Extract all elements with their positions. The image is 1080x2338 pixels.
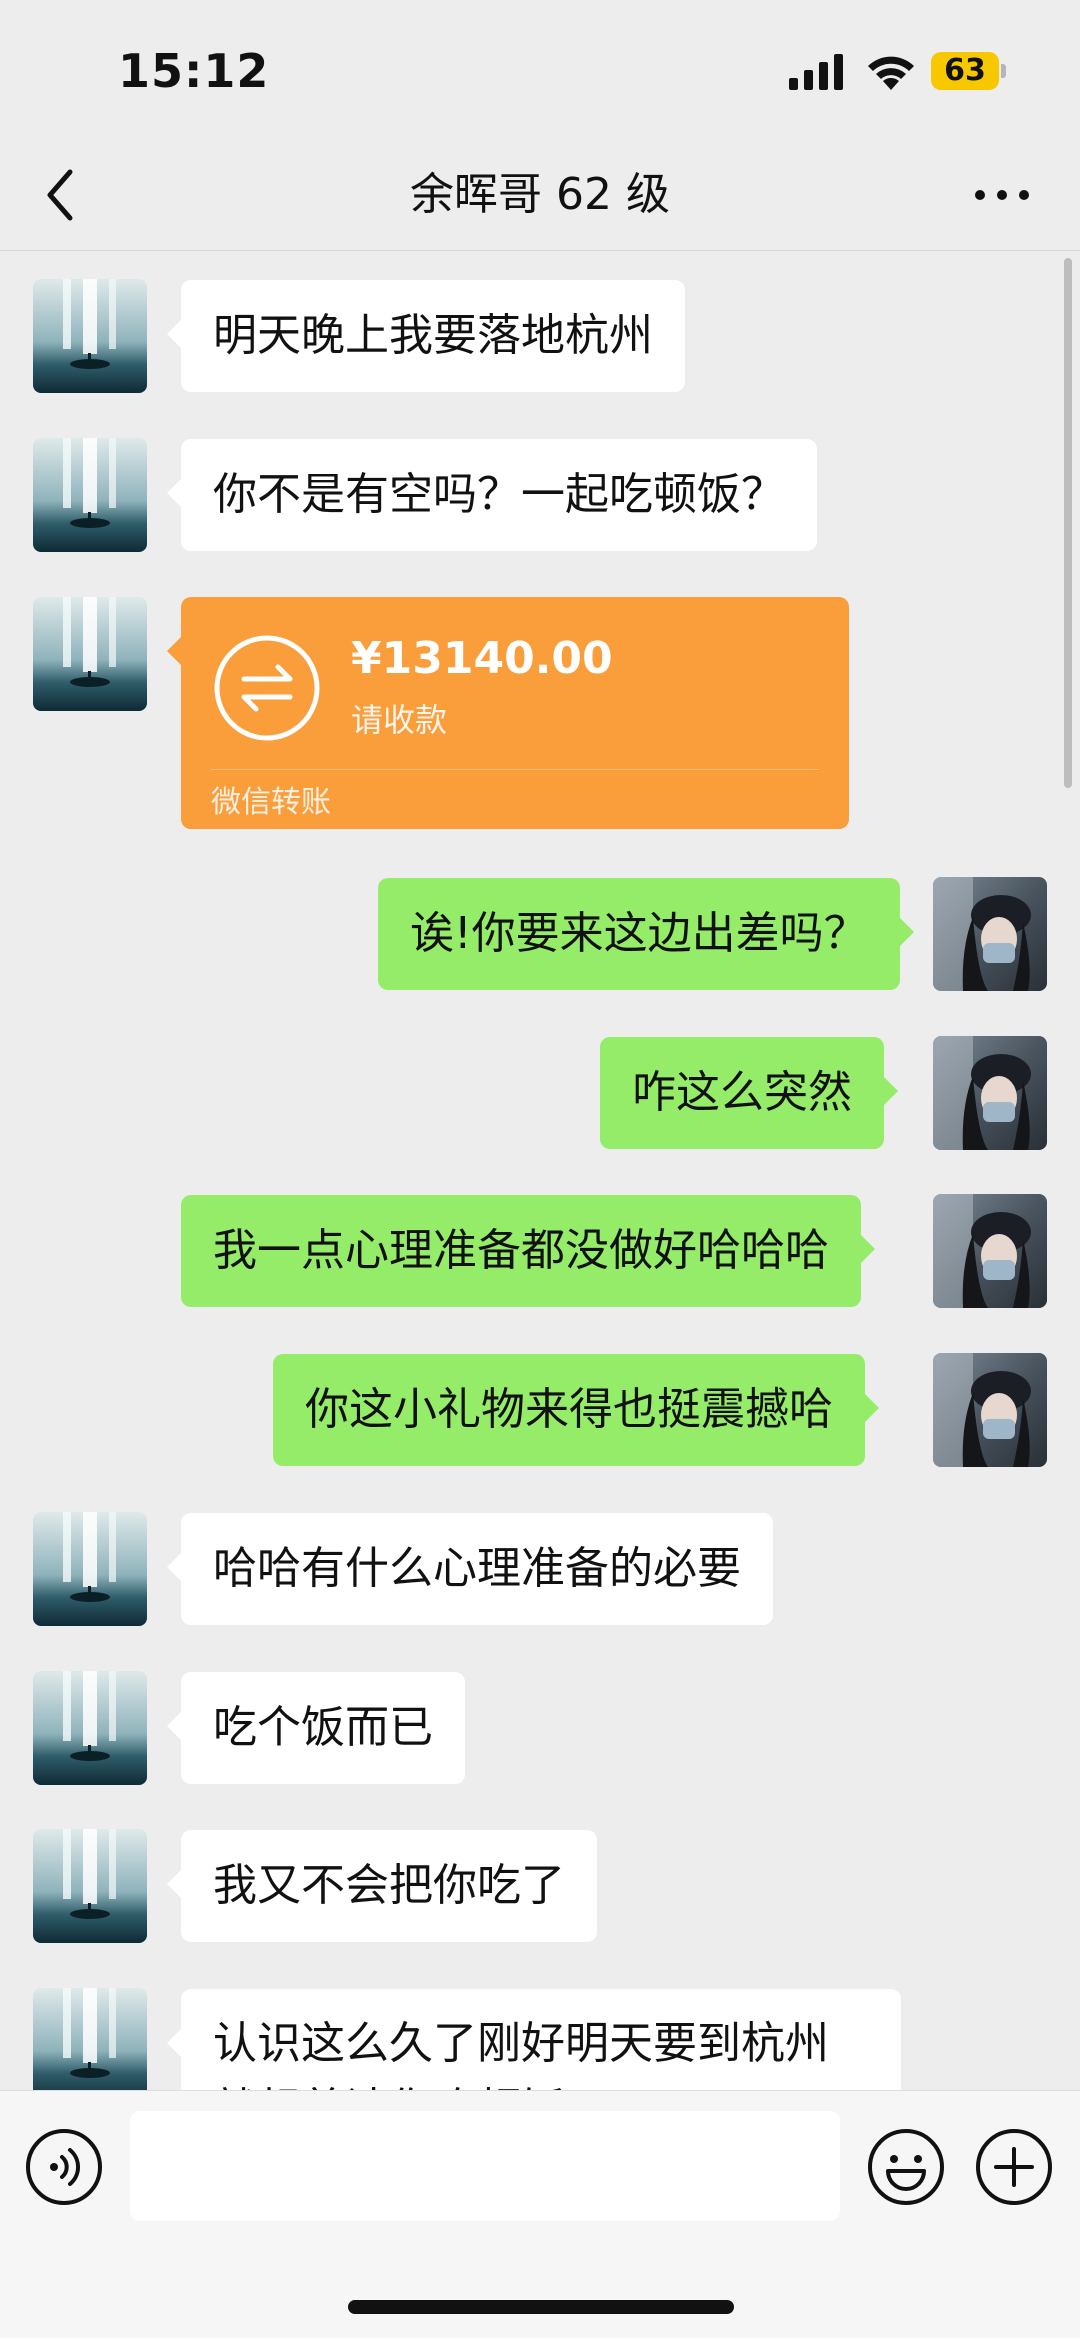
- plus-button[interactable]: [974, 2127, 1054, 2207]
- message-bubble[interactable]: 我又不会把你吃了: [167, 1830, 597, 1942]
- transfer-divider: [211, 769, 819, 770]
- message-bubble[interactable]: 认识这么久了刚好明天要到杭州就想着请你吃顿饭: [167, 1989, 901, 2090]
- home-indicator[interactable]: [348, 2300, 734, 2314]
- wifi-icon: [868, 56, 914, 90]
- transfer-amount: ¥13140.00: [351, 633, 613, 684]
- more-button[interactable]: [970, 165, 1034, 225]
- chat-title: 余晖哥 62 级: [410, 169, 670, 220]
- contact-avatar[interactable]: [33, 279, 147, 393]
- battery-level: 63: [944, 53, 986, 88]
- transfer-label: 微信转账: [211, 785, 331, 820]
- chat-header: 余晖哥 62 级: [0, 140, 1080, 251]
- contact-avatar[interactable]: [33, 1512, 147, 1626]
- back-button[interactable]: [30, 160, 90, 230]
- contact-avatar[interactable]: [33, 1988, 147, 2090]
- message-bubble[interactable]: 你不是有空吗？一起吃顿饭？: [167, 439, 817, 551]
- message-bubble[interactable]: 明天晚上我要落地杭州: [167, 280, 685, 392]
- transfer-arrows-icon: [214, 635, 320, 741]
- message-list[interactable]: 明天晚上我要落地杭州 你不是有空吗？一起吃顿饭？ ¥13140.00 请收款 微…: [0, 251, 1080, 2090]
- message-bubble[interactable]: 哈哈有什么心理准备的必要: [167, 1513, 773, 1625]
- battery-icon: 63: [931, 52, 1007, 90]
- message-input[interactable]: [130, 2111, 840, 2221]
- contact-avatar[interactable]: [33, 1829, 147, 1943]
- status-bar: 15:12 63: [0, 0, 1080, 140]
- message-bubble[interactable]: 吃个饭而已: [167, 1672, 465, 1784]
- message-bubble[interactable]: 诶!你要来这边出差吗？: [378, 878, 914, 990]
- contact-avatar[interactable]: [33, 1671, 147, 1785]
- message-bubble[interactable]: 我一点心理准备都没做好哈哈哈: [181, 1195, 875, 1307]
- contact-avatar[interactable]: [33, 597, 147, 711]
- scrollbar[interactable]: [1064, 258, 1072, 788]
- my-avatar[interactable]: [933, 1353, 1047, 1467]
- emoji-button[interactable]: [866, 2127, 946, 2207]
- my-avatar[interactable]: [933, 1194, 1047, 1308]
- my-avatar[interactable]: [933, 1036, 1047, 1150]
- contact-avatar[interactable]: [33, 438, 147, 552]
- status-time: 15:12: [118, 44, 270, 98]
- transfer-status: 请收款: [351, 701, 448, 739]
- signal-icon: [789, 54, 843, 90]
- voice-button[interactable]: [24, 2127, 104, 2207]
- my-avatar[interactable]: [933, 877, 1047, 991]
- message-bubble[interactable]: 你这小礼物来得也挺震撼哈: [273, 1354, 879, 1466]
- transfer-card[interactable]: ¥13140.00 请收款 微信转账: [167, 597, 849, 829]
- message-bubble[interactable]: 咋这么突然: [600, 1037, 898, 1149]
